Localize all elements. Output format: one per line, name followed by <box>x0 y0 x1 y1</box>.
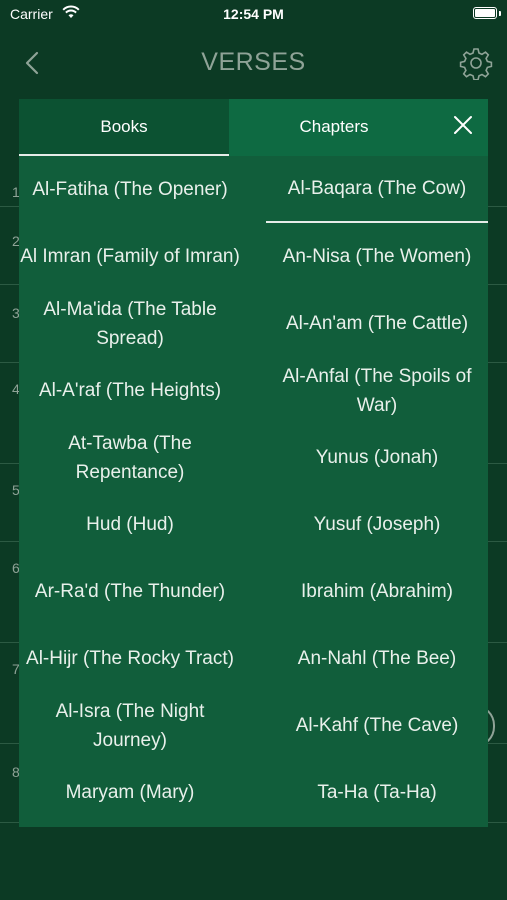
chapter-item[interactable]: Yusuf (Joseph) <box>266 491 488 558</box>
picker-tab-header: Books Chapters <box>19 99 488 156</box>
book-item[interactable]: Maryam (Mary) <box>19 759 241 826</box>
book-chapter-picker: Books Chapters Al-Fatiha (The Opener) Al… <box>19 99 488 827</box>
chapter-item[interactable]: Ibrahim (Abrahim) <box>266 558 488 625</box>
close-icon[interactable] <box>452 114 474 136</box>
book-item[interactable]: Ar-Ra'd (The Thunder) <box>19 558 241 625</box>
chapter-item[interactable]: Al-An'am (The Cattle) <box>266 290 488 357</box>
book-item[interactable]: Al Imran (Family of Imran) <box>19 223 241 290</box>
gear-icon[interactable] <box>459 46 493 80</box>
chapter-item-selected[interactable]: Al-Baqara (The Cow) <box>266 156 488 223</box>
chapter-item[interactable]: Al-Anfal (The Spoils of War) <box>266 357 488 424</box>
book-item[interactable]: Al-Ma'ida (The Table Spread) <box>19 290 241 357</box>
book-item[interactable]: Al-Hijr (The Rocky Tract) <box>19 625 241 692</box>
book-item[interactable]: Al-Isra (The Night Journey) <box>19 692 241 759</box>
tab-books[interactable]: Books <box>19 99 229 156</box>
book-item[interactable]: Hud (Hud) <box>19 491 241 558</box>
book-item[interactable]: At-Tawba (The Repentance) <box>19 424 241 491</box>
page-title: VERSES <box>201 48 306 76</box>
battery-tip <box>499 11 501 16</box>
chapter-item[interactable]: An-Nahl (The Bee) <box>266 625 488 692</box>
chapter-item[interactable]: Al-Kahf (The Cave) <box>266 692 488 759</box>
chapter-item[interactable]: Yunus (Jonah) <box>266 424 488 491</box>
chapter-item[interactable]: Ta-Ha (Ta-Ha) <box>266 759 488 826</box>
status-bar: Carrier 12:54 PM <box>0 0 507 28</box>
status-time: 12:54 PM <box>223 6 284 22</box>
book-item[interactable]: Al-Fatiha (The Opener) <box>19 156 241 223</box>
book-item[interactable]: Al-A'raf (The Heights) <box>19 357 241 424</box>
nav-bar: VERSES <box>0 36 507 88</box>
chapter-item[interactable]: An-Nisa (The Women) <box>266 223 488 290</box>
battery-icon <box>473 7 497 19</box>
tab-chapters[interactable]: Chapters <box>229 99 439 156</box>
close-button[interactable] <box>439 99 488 156</box>
